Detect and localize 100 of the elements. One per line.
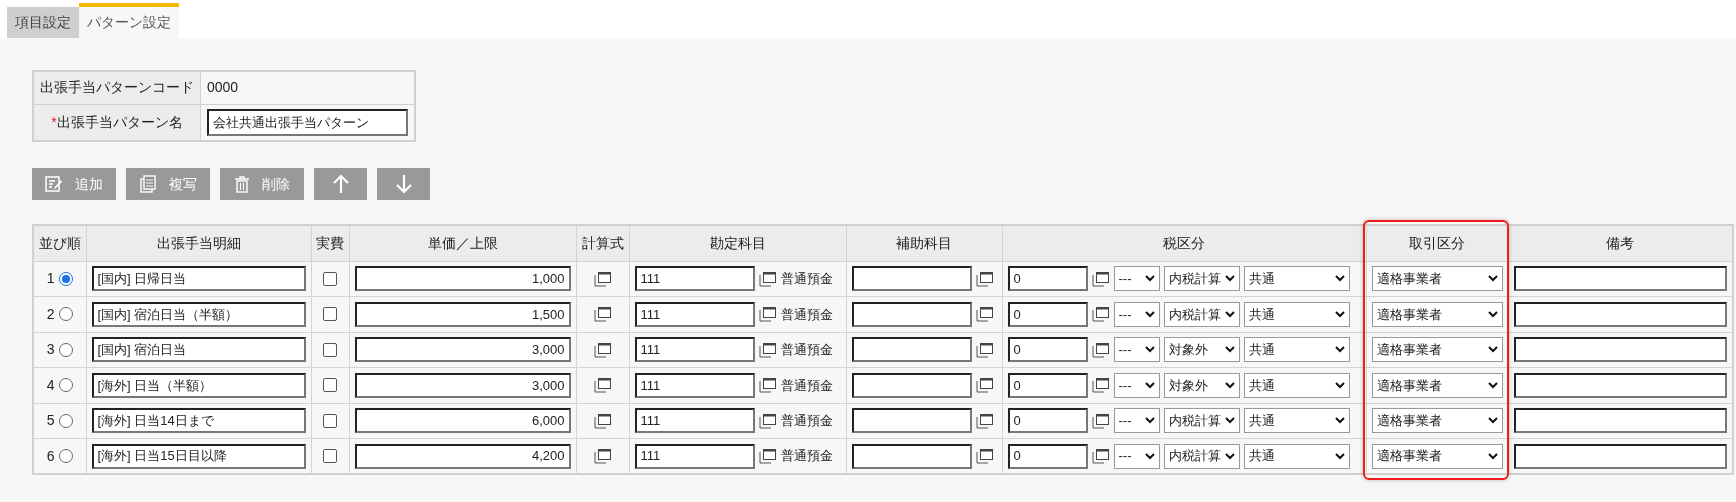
tax-rate-select[interactable]: --- (1113, 408, 1160, 434)
tax-calc-select[interactable]: 内税計算 (1163, 301, 1240, 327)
lookup-icon[interactable] (975, 448, 994, 464)
up-button[interactable] (314, 168, 367, 200)
amount-field[interactable]: 4,200 (354, 443, 571, 469)
note-field[interactable] (1513, 408, 1727, 434)
detail-field[interactable]: [国内] 宿泊日当 (91, 337, 306, 363)
tax-rate-select[interactable]: --- (1113, 301, 1160, 327)
transaction-type-select[interactable]: 適格事業者 (1371, 443, 1503, 469)
detail-field[interactable]: [海外] 日当15日目以降 (91, 443, 306, 469)
actual-checkbox[interactable] (323, 307, 337, 322)
lookup-icon[interactable] (758, 306, 777, 323)
tax-rate-select[interactable]: --- (1113, 443, 1160, 469)
sub-account-field[interactable] (851, 337, 972, 363)
note-field[interactable] (1513, 372, 1727, 398)
lookup-icon[interactable] (1091, 377, 1110, 394)
tax-scope-select[interactable]: 共通 (1243, 301, 1350, 327)
sub-account-field[interactable] (851, 408, 972, 434)
amount-field[interactable]: 1,500 (354, 301, 571, 327)
detail-field[interactable]: [海外] 日当（半額） (91, 372, 306, 398)
tax-scope-select[interactable]: 共通 (1243, 408, 1350, 434)
tax-calc-select[interactable]: 対象外 (1163, 337, 1240, 363)
sub-account-field[interactable] (851, 301, 972, 327)
tax-calc-select[interactable]: 内税計算 (1163, 443, 1240, 469)
lookup-icon[interactable] (758, 412, 777, 429)
lookup-icon[interactable] (1091, 412, 1110, 429)
lookup-icon[interactable] (758, 270, 777, 287)
tax-calc-select[interactable]: 内税計算 (1163, 266, 1240, 292)
row-radio[interactable] (58, 413, 73, 428)
sub-account-field[interactable] (851, 443, 972, 469)
row-radio[interactable] (58, 307, 73, 322)
lookup-icon[interactable] (1091, 448, 1110, 464)
lookup-icon[interactable] (975, 306, 994, 323)
lookup-icon[interactable] (758, 448, 777, 464)
actual-checkbox[interactable] (323, 271, 337, 286)
lookup-icon[interactable] (758, 377, 777, 394)
tax-code-field[interactable]: 0 (1007, 337, 1088, 363)
transaction-type-select[interactable]: 適格事業者 (1371, 266, 1503, 292)
tax-scope-select[interactable]: 共通 (1243, 443, 1350, 469)
account-code-field[interactable]: 111 (634, 337, 755, 363)
tax-scope-select[interactable]: 共通 (1243, 337, 1350, 363)
transaction-type-select[interactable]: 適格事業者 (1371, 372, 1503, 398)
account-code-field[interactable]: 111 (634, 266, 755, 292)
account-code-field[interactable]: 111 (634, 301, 755, 327)
sub-account-field[interactable] (851, 372, 972, 398)
lookup-icon[interactable] (593, 448, 612, 464)
lookup-icon[interactable] (1091, 306, 1110, 323)
row-radio[interactable] (58, 342, 73, 357)
tax-calc-select[interactable]: 内税計算 (1163, 408, 1240, 434)
transaction-type-select[interactable]: 適格事業者 (1371, 408, 1503, 434)
account-code-field[interactable]: 111 (634, 372, 755, 398)
amount-field[interactable]: 6,000 (354, 408, 571, 434)
tax-scope-select[interactable]: 共通 (1243, 372, 1350, 398)
lookup-icon[interactable] (758, 341, 777, 358)
lookup-icon[interactable] (593, 306, 612, 323)
lookup-icon[interactable] (593, 270, 612, 287)
actual-checkbox[interactable] (323, 449, 337, 463)
lookup-icon[interactable] (593, 412, 612, 429)
tax-code-field[interactable]: 0 (1007, 372, 1088, 398)
tax-code-field[interactable]: 0 (1007, 408, 1088, 434)
lookup-icon[interactable] (1091, 341, 1110, 358)
actual-checkbox[interactable] (323, 413, 337, 428)
tab[interactable]: 項目設定 (7, 7, 79, 38)
actual-checkbox[interactable] (323, 342, 337, 357)
tax-rate-select[interactable]: --- (1113, 266, 1160, 292)
row-radio[interactable] (58, 378, 73, 393)
lookup-icon[interactable] (1091, 270, 1110, 287)
tax-scope-select[interactable]: 共通 (1243, 266, 1350, 292)
down-button[interactable] (377, 168, 430, 200)
amount-field[interactable]: 3,000 (354, 372, 571, 398)
tax-calc-select[interactable]: 対象外 (1163, 372, 1240, 398)
account-code-field[interactable]: 111 (634, 408, 755, 434)
lookup-icon[interactable] (975, 377, 994, 394)
detail-field[interactable]: [国内] 日帰日当 (91, 266, 306, 292)
lookup-icon[interactable] (975, 412, 994, 429)
row-radio[interactable] (58, 271, 73, 286)
note-field[interactable] (1513, 337, 1727, 363)
amount-field[interactable]: 1,000 (354, 266, 571, 292)
detail-field[interactable]: [海外] 日当14日まで (91, 408, 306, 434)
lookup-icon[interactable] (975, 341, 994, 358)
lookup-icon[interactable] (593, 377, 612, 394)
amount-field[interactable]: 3,000 (354, 337, 571, 363)
tax-rate-select[interactable]: --- (1113, 337, 1160, 363)
tab[interactable]: パターン設定 (79, 3, 179, 38)
transaction-type-select[interactable]: 適格事業者 (1371, 301, 1503, 327)
transaction-type-select[interactable]: 適格事業者 (1371, 337, 1503, 363)
tax-rate-select[interactable]: --- (1113, 372, 1160, 398)
lookup-icon[interactable] (593, 341, 612, 358)
account-code-field[interactable]: 111 (634, 443, 755, 469)
sub-account-field[interactable] (851, 266, 972, 292)
note-field[interactable] (1513, 266, 1727, 292)
tax-code-field[interactable]: 0 (1007, 266, 1088, 292)
lookup-icon[interactable] (975, 270, 994, 287)
note-field[interactable] (1513, 301, 1727, 327)
tax-code-field[interactable]: 0 (1007, 301, 1088, 327)
actual-checkbox[interactable] (323, 378, 337, 393)
note-field[interactable] (1513, 443, 1727, 469)
detail-field[interactable]: [国内] 宿泊日当（半額） (91, 301, 306, 327)
tax-code-field[interactable]: 0 (1007, 443, 1088, 469)
pattern-name-field[interactable]: 会社共通出張手当パターン (207, 108, 408, 136)
